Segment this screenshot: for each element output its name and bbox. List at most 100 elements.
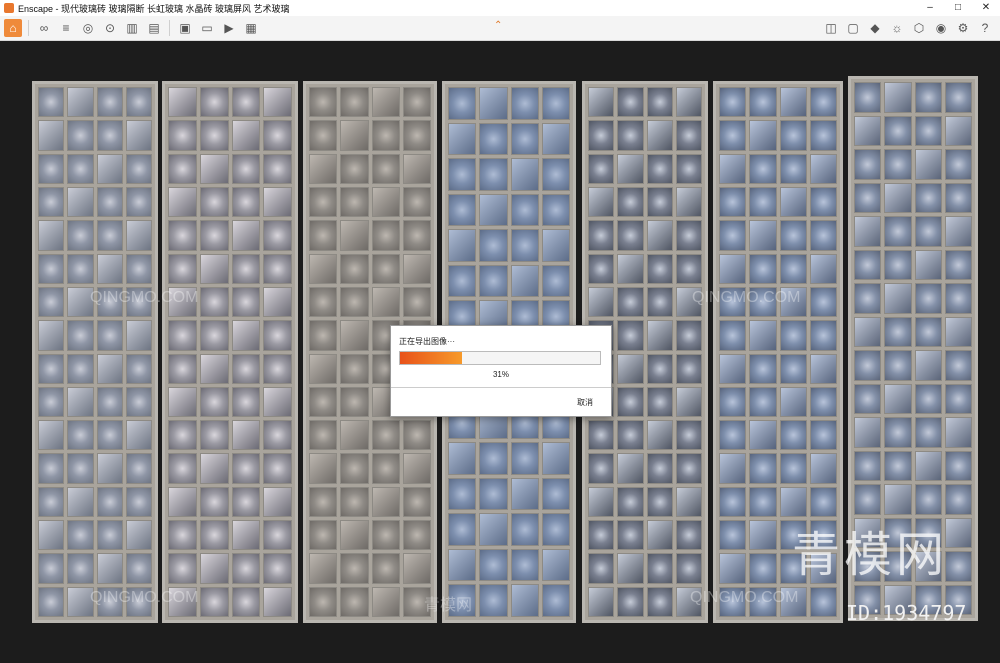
close-button[interactable]: ✕ [972,0,1000,16]
glass-brick-tile [809,220,837,251]
title-bar: Enscape - 现代玻璃砖 玻璃隔断 长虹玻璃 水晶砖 玻璃屏风 艺术玻璃 … [0,0,1000,16]
glass-brick-tile [944,82,972,113]
toolbar-left-group: ⌂ ∞ ≡ ◎ ⊙ ▥ ▤ ▣ ▭ ▶ ▦ [2,19,262,37]
help-icon[interactable]: ? [976,19,994,37]
object-icon[interactable]: ◆ [866,19,884,37]
binoculars-icon[interactable]: ◎ [79,19,97,37]
glass-brick-tile [749,386,777,418]
map-pin-icon[interactable]: ⊙ [101,19,119,37]
glass-brick-tile [67,420,94,451]
watermark-text: QINGMO.COM [692,289,801,306]
map-icon[interactable]: ◫ [822,19,840,37]
glass-brick-tile [125,153,152,184]
glass-brick-tile [944,216,972,247]
glass-brick-tile [96,153,123,184]
glass-brick-tile [749,353,777,384]
asset-icon[interactable]: ⬡ [910,19,928,37]
glass-brick-tile [779,253,807,284]
glass-brick-tile [340,586,369,617]
glass-brick-tile [510,229,539,262]
glass-brick-tile [479,442,508,475]
glass-brick-tile [199,453,229,484]
glass-brick-tile [646,586,673,617]
cancel-button[interactable]: 取消 [577,397,593,408]
glass-brick-tile [231,486,261,518]
glass-brick-tile [199,586,229,617]
glass-brick-tile [646,520,673,551]
glass-brick-tile [944,115,972,146]
glass-brick-tile [402,153,431,184]
glass-brick-tile [510,584,539,617]
export-progress-bar [399,351,601,365]
glass-brick-tile [617,486,644,518]
glass-brick-tile [96,453,123,484]
glass-brick-tile [914,350,942,381]
sun-icon[interactable]: ☼ [888,19,906,37]
glass-brick-tile [749,453,777,484]
glass-brick-tile [340,486,369,518]
maximize-button[interactable]: □ [944,0,972,16]
glass-brick-tile [588,87,615,118]
glass-brick-tile [617,553,644,584]
glass-brick-tile [231,420,261,451]
glass-brick-tile [809,453,837,484]
glass-brick-tile [479,584,508,617]
panorama-icon[interactable]: ▭ [198,19,216,37]
glass-brick-tile [448,87,477,120]
glass-brick-tile [231,453,261,484]
glass-brick-tile [38,153,65,184]
render-viewport[interactable]: QINGMO.COM QINGMO.COM QINGMO.COM QINGMO.… [0,41,1000,663]
glass-brick-tile [809,186,837,218]
glass-brick-tile [340,220,369,251]
glass-brick-tile [809,87,837,118]
clapper-icon[interactable]: ▤ [145,19,163,37]
glass-brick-tile [588,253,615,284]
glass-brick-tile [199,253,229,284]
glass-brick-tile [38,586,65,617]
glass-brick-tile [944,316,972,347]
glass-brick-tile [541,229,570,262]
glass-brick-tile [67,120,94,151]
glass-brick-tile [541,442,570,475]
glass-brick-tile [263,153,292,184]
glass-brick-tile [263,586,292,617]
settings-icon[interactable]: ⚙ [954,19,972,37]
glass-brick-tile [199,520,229,551]
glass-brick-tile [67,553,94,584]
glass-brick-tile [809,420,837,451]
glass-brick-tile [541,264,570,298]
home-icon[interactable]: ⌂ [4,19,22,37]
glass-brick-tile [371,220,400,251]
image-export-icon[interactable]: ▣ [176,19,194,37]
collapse-toolbar-icon[interactable]: ⌃ [494,20,502,31]
link-icon[interactable]: ∞ [35,19,53,37]
watermark-brand: 青模网 [792,527,949,583]
glass-brick-tile [646,220,673,251]
video-export-icon[interactable]: ▶ [220,19,238,37]
minimize-button[interactable]: – [916,0,944,16]
glass-brick-tile [402,87,431,118]
hide-icon[interactable]: ◉ [932,19,950,37]
glass-brick-tile [944,350,972,381]
glass-brick-tile [67,453,94,484]
glass-brick-tile [125,453,152,484]
window-controls: – □ ✕ [916,0,1000,16]
glass-brick-tile [309,286,338,318]
glass-brick-tile [263,453,292,484]
glass-brick-tile [510,158,539,191]
glass-brick-tile [168,420,197,451]
glass-brick-tile [402,253,431,284]
list-icon[interactable]: ≡ [57,19,75,37]
glass-brick-tile [309,453,338,484]
window-title: Enscape - 现代玻璃砖 玻璃隔断 长虹玻璃 水晶砖 玻璃屏风 艺术玻璃 [18,3,290,14]
glass-brick-tile [199,386,229,418]
screen-icon[interactable]: ▢ [844,19,862,37]
batch-export-icon[interactable]: ▦ [242,19,260,37]
glass-brick-tile [914,216,942,247]
glass-brick-tile [125,486,152,518]
glass-brick-tile [448,229,477,262]
glass-brick-tile [646,186,673,218]
building-icon[interactable]: ▥ [123,19,141,37]
glass-brick-tile [38,220,65,251]
glass-brick-tile [479,87,508,120]
